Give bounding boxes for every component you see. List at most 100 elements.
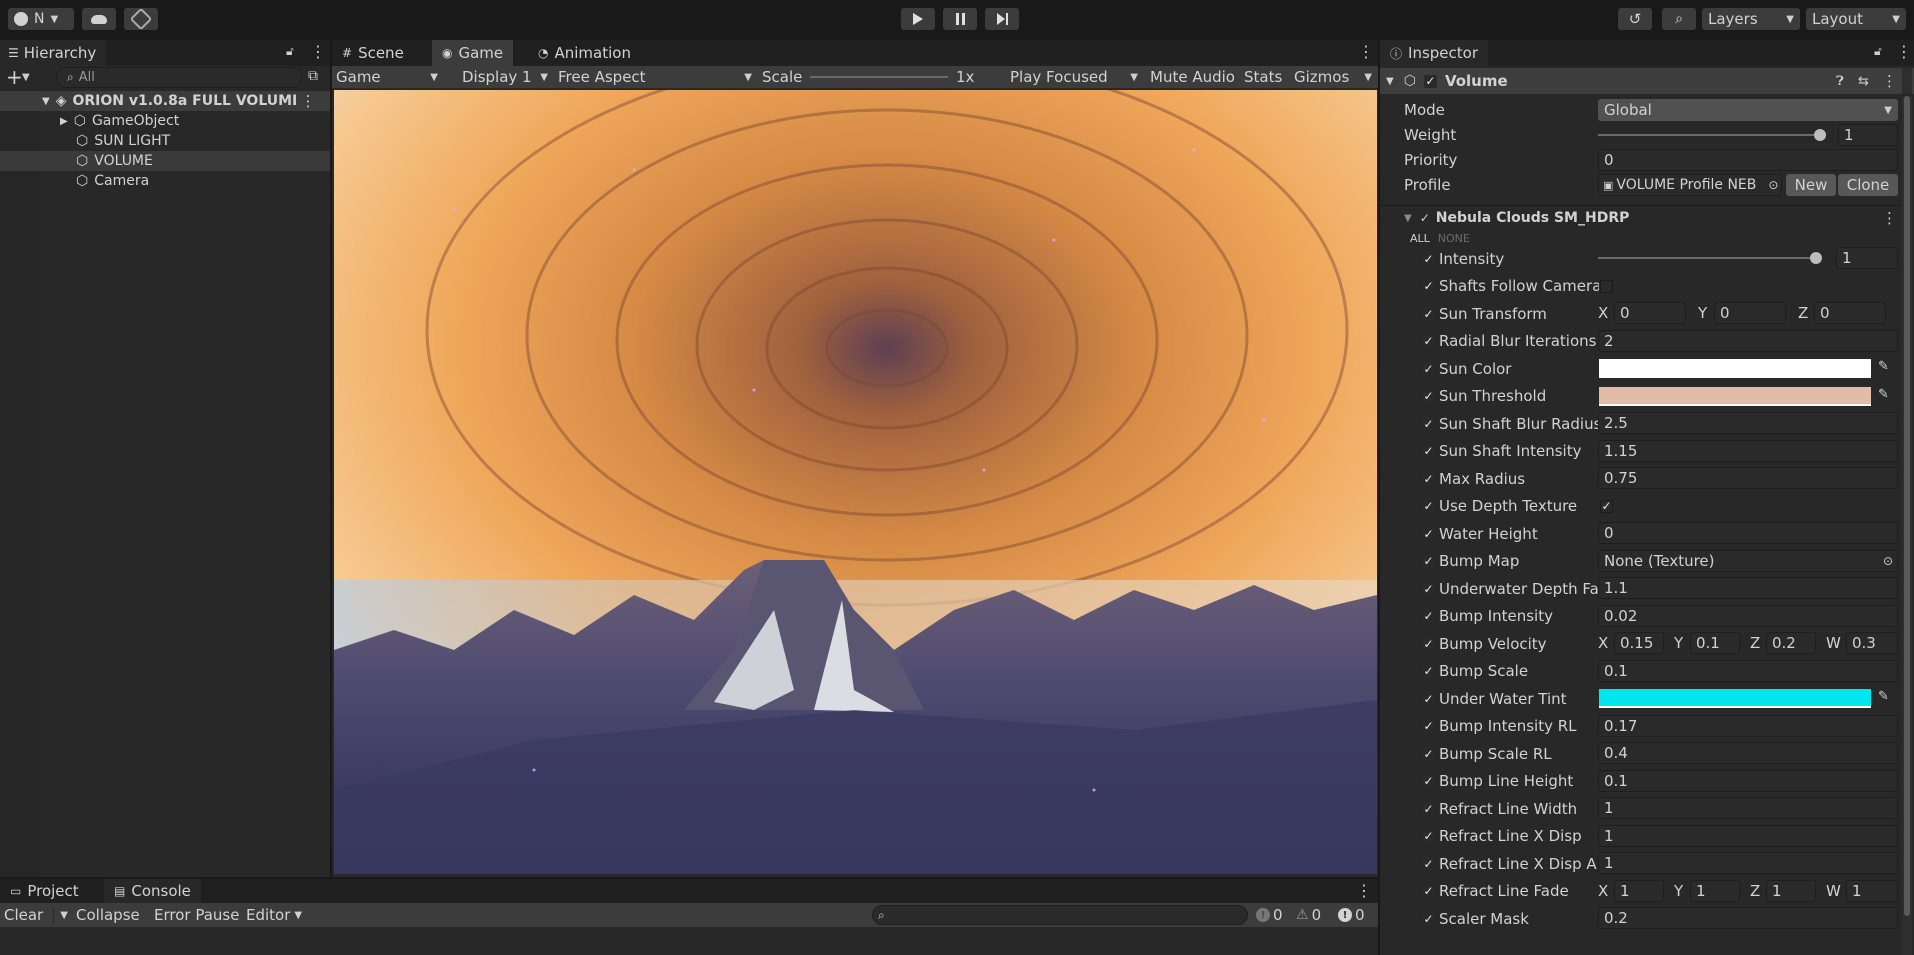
- eyedropper-icon[interactable]: ✎: [1878, 359, 1889, 374]
- override-checkbox[interactable]: ✓: [1422, 252, 1435, 266]
- override-checkbox[interactable]: ✓: [1422, 912, 1435, 926]
- collapse-toggle[interactable]: Collapse: [76, 906, 140, 924]
- more-menu-icon[interactable]: ⋮: [1356, 881, 1372, 900]
- intensity-slider[interactable]: [1598, 257, 1816, 259]
- expand-arrow-icon[interactable]: ▼: [42, 96, 50, 107]
- intensity-slider-handle[interactable]: [1810, 252, 1822, 264]
- bump-scale-input[interactable]: 0.1: [1598, 659, 1898, 682]
- preset-icon[interactable]: ⇆: [1858, 74, 1869, 89]
- more-menu-icon[interactable]: ⋮: [1896, 42, 1912, 61]
- override-checkbox[interactable]: ✓: [1422, 609, 1435, 623]
- override-checkbox[interactable]: ✓: [1422, 802, 1435, 816]
- more-menu-icon[interactable]: ⋮: [1882, 209, 1897, 227]
- weight-slider-handle[interactable]: [1814, 129, 1826, 141]
- error-count-toggle[interactable]: ! 0: [1338, 903, 1365, 927]
- mute-audio-toggle[interactable]: Mute Audio: [1150, 68, 1235, 86]
- more-menu-icon[interactable]: ⋮: [1882, 72, 1897, 90]
- pause-button[interactable]: [943, 8, 977, 30]
- hierarchy-item[interactable]: ▶ ⬡ GameObject: [0, 111, 330, 131]
- property-input[interactable]: 0.17: [1598, 714, 1898, 737]
- bump-velocity-x-input[interactable]: 0.15: [1614, 632, 1664, 654]
- bump-velocity-z-input[interactable]: 0.2: [1766, 632, 1816, 654]
- override-header[interactable]: ▼ ✓ Nebula Clouds SM_HDRP ⋮: [1380, 207, 1900, 229]
- expand-arrow-icon[interactable]: ▶: [60, 116, 68, 127]
- hierarchy-item[interactable]: ⬡ Camera: [0, 171, 330, 191]
- override-checkbox[interactable]: ✓: [1422, 719, 1435, 733]
- clone-profile-button[interactable]: Clone: [1838, 174, 1898, 196]
- weight-slider[interactable]: [1598, 134, 1820, 136]
- step-button[interactable]: [985, 8, 1019, 30]
- volume-enabled-checkbox[interactable]: ✓: [1423, 74, 1437, 88]
- property-input[interactable]: 0.1: [1598, 769, 1898, 792]
- override-checkbox[interactable]: ✓: [1422, 334, 1435, 348]
- foldout-arrow-icon[interactable]: ▼: [1404, 213, 1412, 224]
- bump-velocity-y-input[interactable]: 0.1: [1690, 632, 1740, 654]
- scrollbar-thumb[interactable]: [1904, 96, 1910, 916]
- mode-dropdown[interactable]: Global ▼: [1598, 99, 1898, 121]
- game-viewport[interactable]: [334, 90, 1377, 874]
- account-dropdown[interactable]: N ▼: [8, 8, 74, 30]
- profile-object-field[interactable]: ▣ VOLUME Profile NEB ⊙: [1598, 174, 1782, 196]
- priority-input[interactable]: 0: [1598, 149, 1898, 171]
- use-depth-texture-toggle[interactable]: ✓: [1600, 499, 1613, 513]
- override-checkbox[interactable]: ✓: [1422, 664, 1435, 678]
- object-picker-icon[interactable]: ⊙: [1883, 554, 1893, 568]
- error-pause-toggle[interactable]: Error Pause: [154, 906, 239, 924]
- override-checkbox[interactable]: ✓: [1422, 829, 1435, 843]
- water-height-input[interactable]: 0: [1598, 522, 1898, 544]
- override-checkbox[interactable]: ✓: [1422, 774, 1435, 788]
- bump-intensity-input[interactable]: 0.02: [1598, 604, 1898, 627]
- aspect-dropdown[interactable]: Free Aspect ▼: [554, 66, 752, 88]
- tab-console[interactable]: ▤ Console: [104, 879, 201, 903]
- eyedropper-icon[interactable]: ✎: [1878, 689, 1889, 704]
- object-picker-icon[interactable]: ⊙: [1768, 178, 1778, 192]
- tab-animation[interactable]: ◔ Animation: [528, 40, 641, 66]
- eyedropper-icon[interactable]: ✎: [1878, 387, 1889, 402]
- override-checkbox[interactable]: ✓: [1422, 417, 1435, 431]
- chevron-down-icon[interactable]: ▼: [22, 72, 30, 83]
- help-icon[interactable]: ❓︎: [1836, 74, 1844, 89]
- property-input[interactable]: 2.5: [1598, 412, 1898, 434]
- weight-input[interactable]: 1: [1838, 124, 1898, 146]
- play-focused-dropdown[interactable]: Play Focused ▼: [1006, 66, 1138, 88]
- override-checkbox[interactable]: ✓: [1422, 389, 1435, 403]
- override-checkbox[interactable]: ✓: [1422, 527, 1435, 541]
- override-checkbox[interactable]: ✓: [1422, 472, 1435, 486]
- tab-hierarchy[interactable]: ☰ Hierarchy: [0, 40, 107, 66]
- none-button[interactable]: NONE: [1438, 232, 1470, 245]
- bump-velocity-w-input[interactable]: 0.3: [1846, 632, 1898, 654]
- game-view-dropdown[interactable]: Game ▼: [336, 66, 444, 88]
- refract-line-fade-z-input[interactable]: 1: [1766, 879, 1816, 902]
- play-button[interactable]: [901, 8, 935, 30]
- scrollbar-track[interactable]: [1902, 68, 1912, 94]
- new-profile-button[interactable]: New: [1786, 174, 1836, 196]
- all-button[interactable]: ALL: [1410, 232, 1430, 245]
- sun-threshold-swatch[interactable]: [1599, 386, 1871, 406]
- tab-scene[interactable]: # Scene: [332, 40, 414, 66]
- shafts-follow-camera-toggle[interactable]: [1600, 279, 1613, 293]
- property-input[interactable]: 1: [1598, 824, 1898, 847]
- search-options-icon[interactable]: ⧉: [308, 68, 318, 84]
- override-checkbox[interactable]: ✓: [1422, 362, 1435, 376]
- foldout-arrow-icon[interactable]: ▼: [1386, 76, 1394, 87]
- override-checkbox[interactable]: ✓: [1422, 554, 1435, 568]
- lock-icon[interactable]: 🔓︎: [1874, 44, 1882, 59]
- cloud-button[interactable]: [82, 8, 116, 30]
- collab-button[interactable]: [124, 7, 158, 31]
- clear-dropdown[interactable]: Clear ▼: [4, 903, 68, 927]
- property-input[interactable]: 0.4: [1598, 742, 1898, 764]
- refract-line-fade-w-input[interactable]: 1: [1846, 879, 1898, 902]
- editor-dropdown[interactable]: Editor ▼: [246, 903, 302, 927]
- scaler-mask-input[interactable]: 0.2: [1598, 907, 1898, 929]
- console-search-input[interactable]: ⌕: [872, 905, 1248, 925]
- refract-line-fade-x-input[interactable]: 1: [1614, 879, 1664, 902]
- underwater-depth-fade-input[interactable]: 1.1: [1598, 577, 1898, 599]
- override-checkbox[interactable]: ✓: [1422, 582, 1435, 596]
- stats-toggle[interactable]: Stats: [1244, 68, 1282, 86]
- override-checkbox[interactable]: ✓: [1422, 884, 1435, 898]
- override-checkbox[interactable]: ✓: [1422, 692, 1435, 706]
- more-menu-icon[interactable]: ⋮: [300, 92, 315, 110]
- sun-transform-y-input[interactable]: 0: [1714, 302, 1786, 324]
- hierarchy-search-input[interactable]: ⌕ All: [56, 67, 302, 88]
- add-icon[interactable]: +: [6, 66, 23, 88]
